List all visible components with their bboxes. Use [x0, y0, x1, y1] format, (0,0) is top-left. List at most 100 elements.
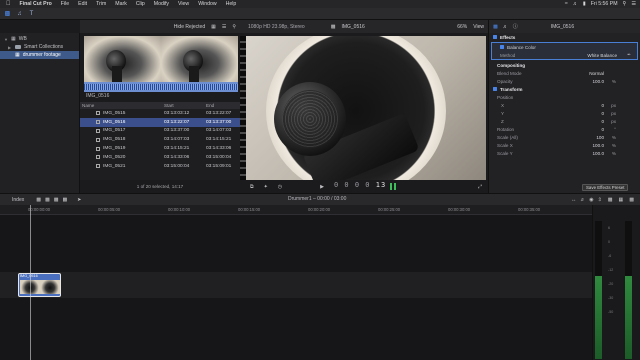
- timeline-ruler[interactable]: 00:00:00:00 00:00:05:00 00:00:10:00 00:00:1…: [0, 205, 592, 215]
- browser-search-icon[interactable]: ⚲: [232, 24, 236, 30]
- view-dropdown[interactable]: View: [473, 24, 484, 30]
- list-item[interactable]: IMG_0515 03:13:03:12 03:13:22:07: [80, 109, 240, 118]
- effects-section[interactable]: Effects: [489, 33, 640, 41]
- sidebar-item-event[interactable]: ▦ drummer footage: [0, 51, 79, 59]
- audio-skimming-icon[interactable]: ♬: [580, 197, 585, 203]
- scale-x-value[interactable]: 100.0: [593, 143, 605, 148]
- column-header-end[interactable]: End: [206, 103, 240, 108]
- compositing-section[interactable]: Compositing: [489, 61, 640, 69]
- wifi-icon[interactable]: ≈: [565, 1, 568, 7]
- meter-scale-label: -30: [608, 296, 614, 300]
- search-icon[interactable]: ⚲: [623, 1, 627, 7]
- transform-section[interactable]: Transform: [489, 85, 640, 93]
- inspector-tabs: ▩ ♬ ⓘ IMG_0516: [488, 20, 640, 33]
- play-button[interactable]: ▶: [320, 184, 324, 190]
- list-item[interactable]: IMG_0521 03:15:00:04 03:15:09:01: [80, 162, 240, 171]
- transitions-browser-icon[interactable]: ▩: [629, 197, 634, 203]
- enhance-icon[interactable]: ✦: [264, 184, 268, 190]
- column-header-name[interactable]: Name: [80, 103, 164, 108]
- timecode-display[interactable]: 0 0 0 0 13: [334, 181, 386, 189]
- filmstrip-clip-label: IMG_0516: [86, 93, 110, 99]
- menu-list-icon[interactable]: ☰: [631, 1, 636, 7]
- skimming-icon[interactable]: ↔: [571, 197, 576, 203]
- connect-clip-icon[interactable]: ▩: [36, 197, 41, 203]
- menu-clock[interactable]: Fri 5:56 PM: [591, 1, 618, 7]
- clip-appearance-icon[interactable]: ▩: [608, 197, 613, 203]
- save-effects-preset-button[interactable]: Save Effects Preset: [582, 184, 629, 191]
- playhead[interactable]: [30, 205, 31, 360]
- position-x-value[interactable]: 0: [601, 103, 604, 108]
- info-inspector-tab[interactable]: ⓘ: [513, 23, 518, 30]
- rotation-value[interactable]: 0: [601, 127, 604, 132]
- method-dropdown[interactable]: White Balance: [587, 53, 617, 58]
- select-tool-icon[interactable]: ➤: [77, 197, 81, 203]
- video-inspector-tab[interactable]: ▩: [493, 24, 498, 30]
- filmstrip[interactable]: [84, 36, 238, 92]
- checkbox-icon[interactable]: [500, 45, 504, 49]
- menu-modify[interactable]: Modify: [154, 1, 169, 7]
- list-item[interactable]: IMG_0516 03:13:22:07 03:13:37:00: [80, 117, 240, 127]
- fullscreen-icon[interactable]: ⤢: [478, 184, 482, 190]
- menu-clip[interactable]: Clip: [136, 1, 145, 7]
- list-item[interactable]: IMG_0517 03:13:37:00 03:14:07:03: [80, 127, 240, 136]
- disclosure-triangle-icon[interactable]: ▶: [8, 45, 12, 50]
- libraries-icon[interactable]: ▩: [3, 10, 12, 18]
- retime-icon[interactable]: ◷: [278, 184, 282, 190]
- transform-tool-icon[interactable]: ⧉: [250, 184, 254, 190]
- menu-file[interactable]: File: [61, 1, 69, 7]
- effects-browser-icon[interactable]: ▦: [619, 197, 624, 203]
- menu-trim[interactable]: Trim: [96, 1, 106, 7]
- overwrite-clip-icon[interactable]: ▩: [62, 197, 67, 203]
- blend-mode-dropdown[interactable]: Normal: [589, 71, 604, 76]
- snapping-icon[interactable]: ⇳: [598, 197, 602, 203]
- sidebar-item-smart-collections[interactable]: ▶ Smart Collections: [0, 43, 79, 51]
- menu-mark[interactable]: Mark: [115, 1, 127, 7]
- insert-clip-icon[interactable]: ▩: [45, 197, 50, 203]
- eyedropper-icon[interactable]: ✒: [627, 52, 631, 58]
- scale-all-row: Scale (All) 100 %: [497, 134, 616, 140]
- filmstrip-view-icon[interactable]: ▦: [211, 24, 216, 30]
- opacity-value[interactable]: 100.0: [593, 79, 605, 84]
- list-item[interactable]: IMG_0519 03:14:15:21 03:14:33:06: [80, 144, 240, 153]
- list-item[interactable]: IMG_0518 03:14:07:03 03:14:15:21: [80, 135, 240, 144]
- meter-scale-label: 0: [608, 240, 610, 244]
- audio-inspector-tab[interactable]: ♬: [503, 24, 508, 30]
- battery-icon[interactable]: ▮: [583, 1, 586, 7]
- titles-icon[interactable]: T: [27, 10, 36, 18]
- solo-icon[interactable]: ◉: [589, 197, 593, 203]
- menu-window[interactable]: Window: [198, 1, 216, 7]
- timeline-clip[interactable]: IMG_0516: [18, 273, 61, 297]
- list-view-icon[interactable]: ☰: [222, 24, 226, 30]
- mini-audio-meter[interactable]: [390, 183, 398, 190]
- viewer-canvas[interactable]: [246, 36, 486, 180]
- meter-scale-label: -12: [608, 268, 614, 272]
- menu-view[interactable]: View: [178, 1, 189, 7]
- scale-all-value[interactable]: 100: [596, 135, 604, 140]
- volume-icon[interactable]: ♬: [573, 1, 578, 7]
- menu-app-name[interactable]: Final Cut Pro: [20, 1, 52, 7]
- clip-start-cell: 03:13:22:07: [164, 119, 190, 125]
- position-x-row: X 0 px: [501, 102, 616, 108]
- zoom-dropdown[interactable]: 66%: [457, 24, 467, 30]
- list-item[interactable]: IMG_0520 03:14:33:06 03:15:00:04: [80, 153, 240, 162]
- photos-audio-icon[interactable]: ♫: [15, 10, 24, 18]
- filter-dropdown[interactable]: Hide Rejected: [174, 24, 205, 30]
- menu-edit[interactable]: Edit: [78, 1, 87, 7]
- library-item[interactable]: ▼ ▦ WB: [0, 35, 79, 43]
- column-header-start[interactable]: Start: [164, 103, 206, 108]
- position-row: Position: [497, 94, 514, 100]
- balance-color-effect[interactable]: Balance Color Method White Balance ✒: [491, 42, 638, 60]
- disclosure-triangle-icon[interactable]: ▼: [4, 37, 8, 42]
- position-y-value[interactable]: 0: [601, 111, 604, 116]
- checkbox-icon[interactable]: [493, 35, 497, 39]
- timecode-frame: 13: [375, 181, 387, 189]
- audio-meters: 6 0 -6 -12 -20 -30 -50: [592, 205, 640, 360]
- index-button[interactable]: Index: [12, 197, 24, 203]
- checkbox-icon[interactable]: [493, 87, 497, 91]
- scale-y-value[interactable]: 100.0: [593, 151, 605, 156]
- apple-menu-icon[interactable]: : [6, 1, 11, 7]
- menu-help[interactable]: Help: [226, 1, 237, 7]
- append-clip-icon[interactable]: ▩: [54, 197, 59, 203]
- position-z-value[interactable]: 0: [601, 119, 604, 124]
- primary-storyline[interactable]: [0, 272, 592, 298]
